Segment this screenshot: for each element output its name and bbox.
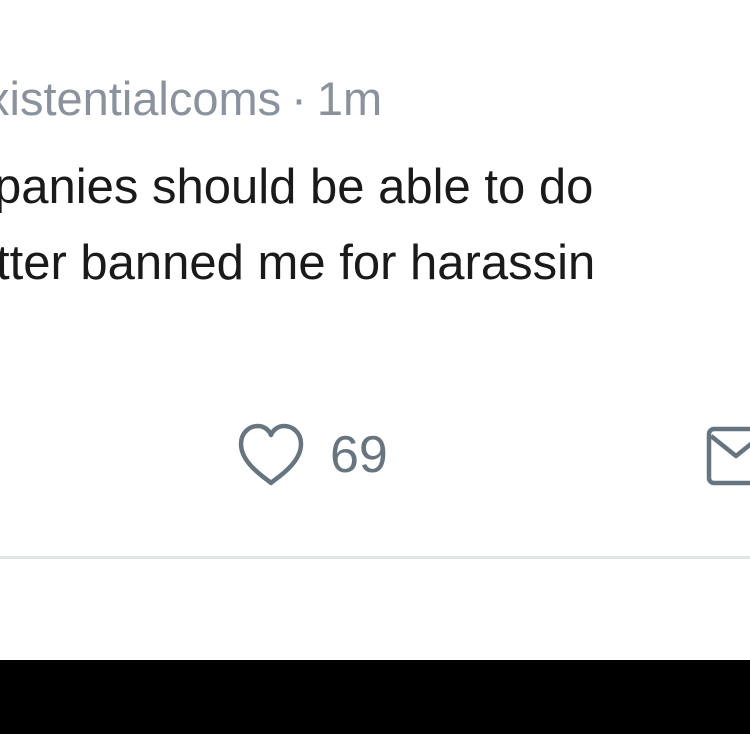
like-count: 69 [330,426,388,484]
like-button[interactable]: 69 [236,420,388,490]
tweet-handle[interactable]: xistentialcoms [0,72,281,125]
tweet-divider [0,556,750,559]
screen: xistentialcoms · 1m panies should be able … [0,0,750,660]
tweet-text-line-1: panies should be able to do [0,160,594,214]
heart-icon [238,423,304,486]
tweet-timestamp: 1m [316,72,383,125]
tweet-meta: xistentialcoms · 1m [0,66,382,132]
tweet-text-line-2: tter banned me for harassin [0,236,596,290]
bottom-black-bar [0,660,750,734]
envelope-icon [706,426,750,486]
tweet[interactable]: xistentialcoms · 1m panies should be able … [0,0,750,558]
meta-separator: · [291,72,307,125]
direct-message-button[interactable] [706,426,750,486]
